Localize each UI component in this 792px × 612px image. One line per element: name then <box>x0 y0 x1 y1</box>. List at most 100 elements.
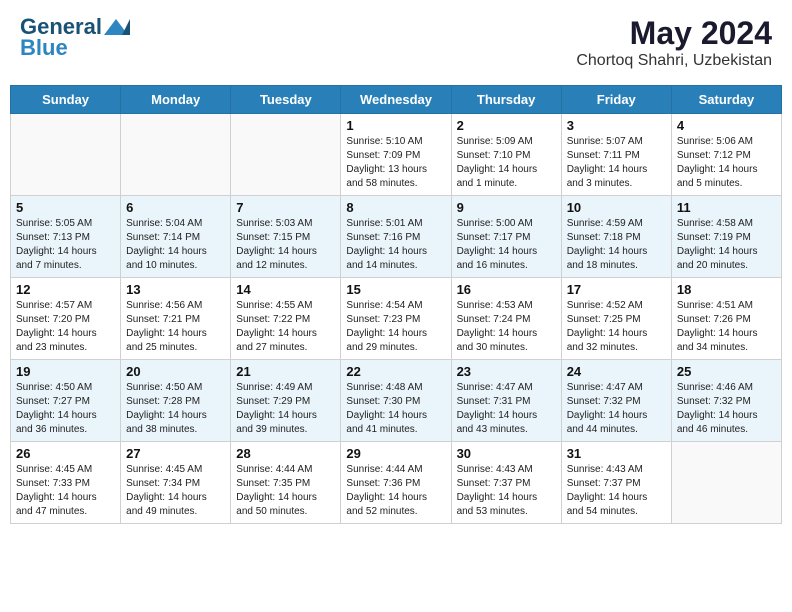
logo: General Blue <box>20 15 130 61</box>
calendar-table: SundayMondayTuesdayWednesdayThursdayFrid… <box>10 85 782 524</box>
day-info: Sunrise: 4:47 AM Sunset: 7:31 PM Dayligh… <box>457 381 556 437</box>
calendar-cell <box>11 114 121 196</box>
title-area: May 2024 Chortoq Shahri, Uzbekistan <box>576 15 772 70</box>
weekday-header-sunday: Sunday <box>11 86 121 114</box>
day-info: Sunrise: 4:45 AM Sunset: 7:33 PM Dayligh… <box>16 463 115 519</box>
calendar-cell: 11 Sunrise: 4:58 AM Sunset: 7:19 PM Dayli… <box>671 196 781 278</box>
day-info: Sunrise: 5:06 AM Sunset: 7:12 PM Dayligh… <box>677 135 776 191</box>
day-info: Sunrise: 4:44 AM Sunset: 7:35 PM Dayligh… <box>236 463 335 519</box>
calendar-cell: 26Sunrise: 4:45 AM Sunset: 7:33 PM Dayli… <box>11 442 121 524</box>
calendar-cell: 30Sunrise: 4:43 AM Sunset: 7:37 PM Dayli… <box>451 442 561 524</box>
day-info: Sunrise: 4:44 AM Sunset: 7:36 PM Dayligh… <box>346 463 445 519</box>
week-row-5: 26Sunrise: 4:45 AM Sunset: 7:33 PM Dayli… <box>11 442 782 524</box>
day-number: 9 <box>457 200 556 215</box>
calendar-cell: 7 Sunrise: 5:03 AM Sunset: 7:15 PM Daylig… <box>231 196 341 278</box>
day-info: Sunrise: 4:49 AM Sunset: 7:29 PM Dayligh… <box>236 381 335 437</box>
calendar-cell: 28 Sunrise: 4:44 AM Sunset: 7:35 PM Dayli… <box>231 442 341 524</box>
calendar-cell: 31 Sunrise: 4:43 AM Sunset: 7:37 PM Dayli… <box>561 442 671 524</box>
day-number: 14 <box>236 282 335 297</box>
calendar-cell: 18 Sunrise: 4:51 AM Sunset: 7:26 PM Dayli… <box>671 278 781 360</box>
day-number: 1 <box>346 118 445 133</box>
day-info: Sunrise: 4:46 AM Sunset: 7:32 PM Dayligh… <box>677 381 776 437</box>
page-header: General Blue May 2024 Chortoq Shahri, Uz… <box>10 10 782 75</box>
calendar-cell <box>231 114 341 196</box>
logo-icon <box>102 17 130 39</box>
location-title: Chortoq Shahri, Uzbekistan <box>576 52 772 70</box>
calendar-cell: 29 Sunrise: 4:44 AM Sunset: 7:36 PM Dayli… <box>341 442 451 524</box>
day-number: 10 <box>567 200 666 215</box>
day-info: Sunrise: 4:56 AM Sunset: 7:21 PM Dayligh… <box>126 299 225 355</box>
weekday-header-row: SundayMondayTuesdayWednesdayThursdayFrid… <box>11 86 782 114</box>
weekday-header-saturday: Saturday <box>671 86 781 114</box>
day-number: 16 <box>457 282 556 297</box>
day-info: Sunrise: 4:43 AM Sunset: 7:37 PM Dayligh… <box>457 463 556 519</box>
month-title: May 2024 <box>576 15 772 52</box>
calendar-cell <box>671 442 781 524</box>
day-number: 28 <box>236 446 335 461</box>
day-info: Sunrise: 4:59 AM Sunset: 7:18 PM Dayligh… <box>567 217 666 273</box>
weekday-header-friday: Friday <box>561 86 671 114</box>
day-number: 25 <box>677 364 776 379</box>
day-number: 31 <box>567 446 666 461</box>
day-number: 24 <box>567 364 666 379</box>
day-number: 4 <box>677 118 776 133</box>
calendar-cell: 23Sunrise: 4:47 AM Sunset: 7:31 PM Dayli… <box>451 360 561 442</box>
day-number: 11 <box>677 200 776 215</box>
day-info: Sunrise: 5:05 AM Sunset: 7:13 PM Dayligh… <box>16 217 115 273</box>
day-info: Sunrise: 4:53 AM Sunset: 7:24 PM Dayligh… <box>457 299 556 355</box>
calendar-cell: 17 Sunrise: 4:52 AM Sunset: 7:25 PM Dayli… <box>561 278 671 360</box>
week-row-2: 5 Sunrise: 5:05 AM Sunset: 7:13 PM Daylig… <box>11 196 782 278</box>
day-number: 22 <box>346 364 445 379</box>
day-info: Sunrise: 4:50 AM Sunset: 7:28 PM Dayligh… <box>126 381 225 437</box>
day-number: 15 <box>346 282 445 297</box>
day-number: 20 <box>126 364 225 379</box>
day-number: 2 <box>457 118 556 133</box>
day-info: Sunrise: 4:52 AM Sunset: 7:25 PM Dayligh… <box>567 299 666 355</box>
calendar-cell: 20 Sunrise: 4:50 AM Sunset: 7:28 PM Dayli… <box>121 360 231 442</box>
calendar-cell: 3 Sunrise: 5:07 AM Sunset: 7:11 PM Daylig… <box>561 114 671 196</box>
day-number: 3 <box>567 118 666 133</box>
calendar-cell: 15 Sunrise: 4:54 AM Sunset: 7:23 PM Dayli… <box>341 278 451 360</box>
calendar-cell: 27Sunrise: 4:45 AM Sunset: 7:34 PM Dayli… <box>121 442 231 524</box>
day-number: 12 <box>16 282 115 297</box>
day-number: 6 <box>126 200 225 215</box>
calendar-cell: 5 Sunrise: 5:05 AM Sunset: 7:13 PM Daylig… <box>11 196 121 278</box>
weekday-header-monday: Monday <box>121 86 231 114</box>
day-number: 18 <box>677 282 776 297</box>
day-info: Sunrise: 5:01 AM Sunset: 7:16 PM Dayligh… <box>346 217 445 273</box>
week-row-3: 12 Sunrise: 4:57 AM Sunset: 7:20 PM Dayli… <box>11 278 782 360</box>
calendar-cell: 10 Sunrise: 4:59 AM Sunset: 7:18 PM Dayli… <box>561 196 671 278</box>
day-info: Sunrise: 4:51 AM Sunset: 7:26 PM Dayligh… <box>677 299 776 355</box>
day-number: 29 <box>346 446 445 461</box>
day-info: Sunrise: 4:55 AM Sunset: 7:22 PM Dayligh… <box>236 299 335 355</box>
day-info: Sunrise: 5:00 AM Sunset: 7:17 PM Dayligh… <box>457 217 556 273</box>
day-info: Sunrise: 5:09 AM Sunset: 7:10 PM Dayligh… <box>457 135 556 191</box>
day-number: 13 <box>126 282 225 297</box>
calendar-cell: 24Sunrise: 4:47 AM Sunset: 7:32 PM Dayli… <box>561 360 671 442</box>
day-number: 7 <box>236 200 335 215</box>
week-row-1: 1 Sunrise: 5:10 AM Sunset: 7:09 PM Daylig… <box>11 114 782 196</box>
day-info: Sunrise: 4:58 AM Sunset: 7:19 PM Dayligh… <box>677 217 776 273</box>
day-number: 5 <box>16 200 115 215</box>
day-info: Sunrise: 4:57 AM Sunset: 7:20 PM Dayligh… <box>16 299 115 355</box>
calendar-cell: 9 Sunrise: 5:00 AM Sunset: 7:17 PM Daylig… <box>451 196 561 278</box>
calendar-cell: 21 Sunrise: 4:49 AM Sunset: 7:29 PM Dayli… <box>231 360 341 442</box>
weekday-header-thursday: Thursday <box>451 86 561 114</box>
calendar-cell: 19Sunrise: 4:50 AM Sunset: 7:27 PM Dayli… <box>11 360 121 442</box>
day-info: Sunrise: 5:04 AM Sunset: 7:14 PM Dayligh… <box>126 217 225 273</box>
weekday-header-tuesday: Tuesday <box>231 86 341 114</box>
calendar-cell: 25 Sunrise: 4:46 AM Sunset: 7:32 PM Dayli… <box>671 360 781 442</box>
calendar-cell: 6 Sunrise: 5:04 AM Sunset: 7:14 PM Daylig… <box>121 196 231 278</box>
day-info: Sunrise: 4:54 AM Sunset: 7:23 PM Dayligh… <box>346 299 445 355</box>
day-number: 21 <box>236 364 335 379</box>
calendar-cell: 8Sunrise: 5:01 AM Sunset: 7:16 PM Daylig… <box>341 196 451 278</box>
week-row-4: 19Sunrise: 4:50 AM Sunset: 7:27 PM Dayli… <box>11 360 782 442</box>
day-info: Sunrise: 4:43 AM Sunset: 7:37 PM Dayligh… <box>567 463 666 519</box>
day-number: 17 <box>567 282 666 297</box>
calendar-cell <box>121 114 231 196</box>
day-info: Sunrise: 5:03 AM Sunset: 7:15 PM Dayligh… <box>236 217 335 273</box>
calendar-cell: 12 Sunrise: 4:57 AM Sunset: 7:20 PM Dayli… <box>11 278 121 360</box>
day-info: Sunrise: 5:10 AM Sunset: 7:09 PM Dayligh… <box>346 135 445 191</box>
day-info: Sunrise: 5:07 AM Sunset: 7:11 PM Dayligh… <box>567 135 666 191</box>
calendar-cell: 14 Sunrise: 4:55 AM Sunset: 7:22 PM Dayli… <box>231 278 341 360</box>
